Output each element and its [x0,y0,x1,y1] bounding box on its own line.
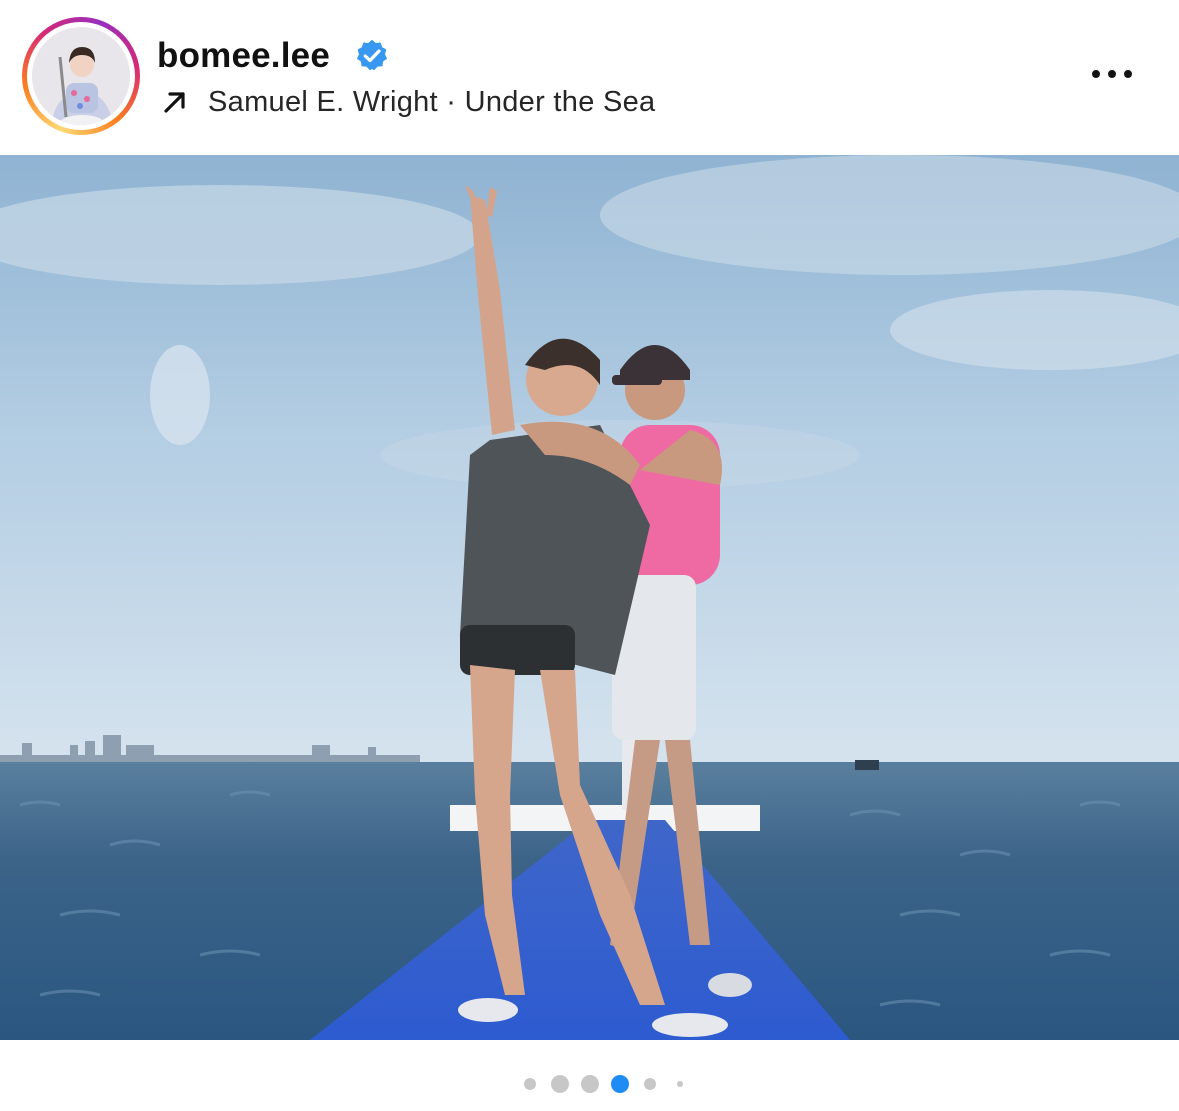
more-horizontal-icon [1124,70,1132,78]
post-photo [0,155,1179,1040]
carousel-dot [551,1075,569,1093]
post-media[interactable] [0,155,1179,1040]
more-horizontal-icon [1092,70,1100,78]
username[interactable]: bomee.lee [157,36,330,76]
carousel-dot [581,1075,599,1093]
post-header: bomee.lee Samuel E. Wright · Under the S… [0,0,1179,155]
audio-attribution[interactable]: Samuel E. Wright · Under the Sea [160,84,656,120]
verified-badge-icon [356,39,388,71]
carousel-dot-active [611,1075,629,1093]
more-options-button[interactable] [1082,58,1142,90]
audio-track-label: Samuel E. Wright · Under the Sea [208,85,656,118]
carousel-dot [644,1078,656,1090]
carousel-indicator [0,1072,1179,1096]
avatar[interactable] [32,27,130,125]
carousel-dot [524,1078,536,1090]
more-horizontal-icon [1108,70,1116,78]
story-ring[interactable] [22,17,140,135]
arrow-up-right-icon [164,92,185,113]
carousel-dot [677,1081,683,1087]
